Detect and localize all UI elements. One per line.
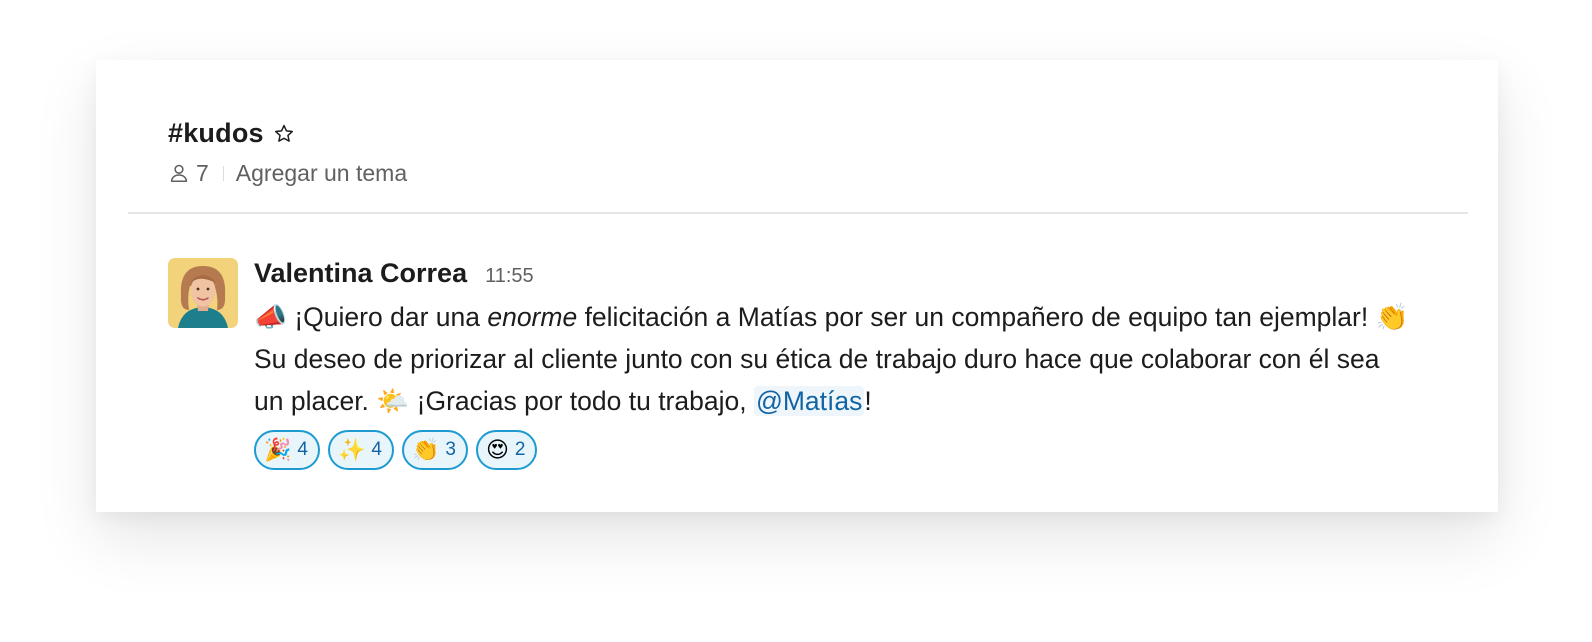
person-icon[interactable] — [168, 162, 190, 184]
sender-name[interactable]: Valentina Correa — [254, 258, 467, 289]
megaphone-emoji: 📣 — [254, 302, 287, 332]
reaction-count: 2 — [514, 439, 526, 460]
message-body: Valentina Correa 11:55 📣 ¡Quiero dar una… — [254, 258, 1474, 470]
reaction-sparkles[interactable]: ✨ 4 — [327, 430, 394, 470]
clap-icon: 👏 — [411, 437, 440, 462]
text-segment: un placer. — [254, 386, 377, 416]
channel-title-row: #kudos — [168, 116, 407, 150]
sun-cloud-emoji: 🌤️ — [376, 386, 410, 416]
channel-card: #kudos 7 Agregar un tema Valentina Corre… — [96, 60, 1498, 512]
header-divider — [128, 212, 1468, 214]
channel-name[interactable]: #kudos — [168, 118, 264, 149]
channel-meta: 7 Agregar un tema — [168, 158, 407, 188]
reaction-heart-eyes[interactable]: 😍 2 — [475, 430, 538, 470]
reaction-party[interactable]: 🎉 4 — [254, 430, 320, 470]
sparkles-icon: ✨ — [337, 437, 366, 462]
reaction-count: 3 — [445, 439, 456, 460]
reaction-count: 4 — [371, 439, 382, 460]
reaction-count: 4 — [297, 439, 308, 460]
channel-header: #kudos 7 Agregar un tema — [168, 116, 407, 188]
party-popper-icon: 🎉 — [264, 437, 292, 462]
text-italic: enorme — [487, 302, 578, 332]
heart-eyes-icon: 😍 — [485, 437, 509, 462]
clap-emoji: 👏 — [1375, 302, 1409, 332]
message-timestamp[interactable]: 11:55 — [485, 265, 534, 288]
meta-divider — [222, 165, 224, 181]
text-segment: ¡Gracias por todo tu trabajo, — [409, 386, 754, 416]
star-icon[interactable] — [273, 123, 295, 145]
text-segment: Su deseo de priorizar al cliente junto c… — [254, 344, 1380, 374]
user-mention[interactable]: @Matías — [753, 386, 865, 416]
message-text: 📣 ¡Quiero dar una enorme felicitación a … — [254, 296, 1474, 422]
reaction-clap[interactable]: 👏 3 — [401, 430, 468, 470]
message-header: Valentina Correa 11:55 — [254, 258, 1474, 292]
text-segment: ! — [864, 386, 872, 416]
add-topic-link[interactable]: Agregar un tema — [236, 160, 407, 187]
text-segment: felicitación a Matías por ser un compañe… — [577, 302, 1376, 332]
text-segment: ¡Quiero dar una — [287, 302, 488, 332]
reactions-bar: 🎉 4 ✨ 4 👏 3 😍 2 — [254, 430, 1474, 470]
avatar[interactable] — [168, 258, 238, 328]
member-count[interactable]: 7 — [196, 160, 209, 187]
